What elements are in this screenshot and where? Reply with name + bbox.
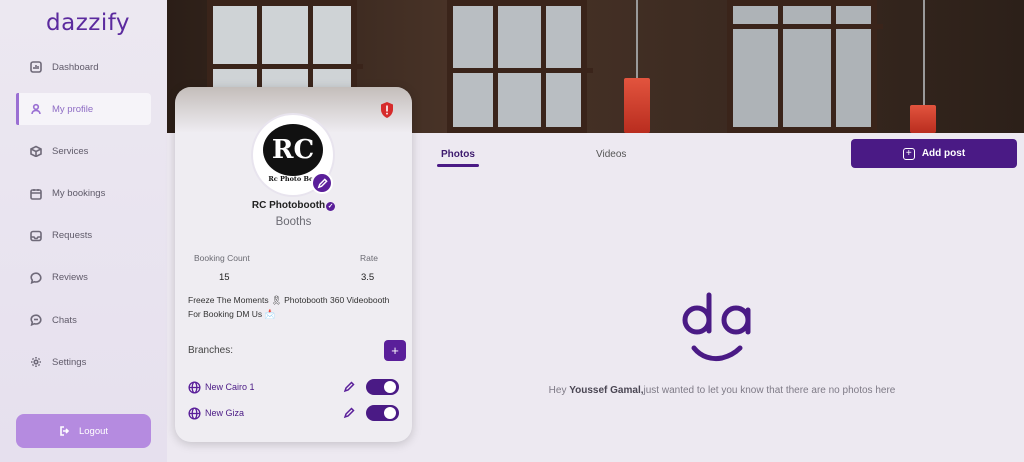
profile-bio: Freeze The Moments 🎗 Photobooth 360 Vide… <box>188 295 390 319</box>
logout-button[interactable]: Logout <box>16 414 151 448</box>
empty-state-message: Hey Youssef Gamal,just wanted to let you… <box>548 385 896 396</box>
sidebar-item-label: Requests <box>52 230 93 242</box>
add-post-label: Add post <box>921 148 966 159</box>
calendar-icon <box>30 188 42 200</box>
profile-card: RC Rc Photo Boo RC Photobooth ✓ Booths Bo… <box>175 87 412 442</box>
empty-state-user: Youssef Gamal, <box>569 385 644 396</box>
sidebar-item-label: Services <box>52 145 89 157</box>
booking-count-label: Booking Count <box>194 253 250 263</box>
dazzify-smile-logo-icon <box>682 292 751 362</box>
sidebar-item-settings[interactable]: Settings <box>16 346 151 378</box>
sidebar-item-label: Reviews <box>52 272 88 284</box>
edit-avatar-button[interactable] <box>311 172 333 194</box>
logout-icon <box>60 426 70 436</box>
branch-toggle[interactable] <box>366 379 399 395</box>
chat-icon <box>30 314 42 327</box>
avatar-monogram: RC <box>263 124 323 176</box>
sidebar-item-requests[interactable]: Requests <box>16 220 151 252</box>
add-post-button[interactable]: + Add post <box>851 139 1017 168</box>
rate-value: 3.5 <box>361 272 375 283</box>
plus-icon: + <box>902 147 915 160</box>
chart-icon <box>30 61 42 73</box>
profile-name: RC Photobooth ✓ <box>175 200 412 211</box>
logout-label: Logout <box>78 425 109 437</box>
tab-active-indicator <box>437 164 479 167</box>
rate-label: Rate <box>360 253 378 263</box>
sidebar-item-label: Settings <box>52 356 87 368</box>
box-icon <box>30 145 42 158</box>
sidebar-item-my-profile[interactable]: My profile <box>16 93 151 126</box>
sidebar-item-label: Dashboard <box>52 61 99 73</box>
sidebar-item-services[interactable]: Services <box>16 135 151 167</box>
branch-name[interactable]: New Giza <box>205 408 244 418</box>
edit-branch-icon[interactable] <box>343 407 355 419</box>
sidebar-nav: Dashboard My profile Services My booking… <box>16 51 151 389</box>
branch-name[interactable]: New Cairo 1 <box>205 382 255 392</box>
tab-videos[interactable]: Videos <box>596 149 626 160</box>
app-logo[interactable]: dazzify <box>46 10 130 36</box>
sidebar-item-label: My profile <box>52 103 94 115</box>
sidebar: dazzify Dashboard My profile Services My… <box>0 0 167 462</box>
sidebar-item-chats[interactable]: Chats <box>16 304 151 336</box>
sidebar-item-dashboard[interactable]: Dashboard <box>16 51 151 83</box>
inbox-icon <box>30 230 42 242</box>
branch-row: New Cairo 1 <box>188 377 402 397</box>
booking-count-value: 15 <box>219 272 230 283</box>
profile-name-text: RC Photobooth <box>251 200 326 211</box>
user-icon <box>31 104 41 115</box>
globe-icon <box>188 406 201 420</box>
branch-row: New Giza <box>188 403 402 423</box>
sidebar-item-label: My bookings <box>52 188 106 200</box>
speech-bubble-icon <box>30 272 42 284</box>
branches-label: Branches: <box>188 345 234 356</box>
tab-photos[interactable]: Photos <box>441 149 475 160</box>
sidebar-item-reviews[interactable]: Reviews <box>16 262 151 294</box>
gear-icon <box>31 357 41 368</box>
verified-check-icon: ✓ <box>326 202 336 211</box>
alert-shield-icon[interactable] <box>379 101 395 119</box>
globe-icon <box>188 380 201 394</box>
sidebar-item-my-bookings[interactable]: My bookings <box>16 178 151 210</box>
sidebar-item-label: Chats <box>52 314 77 326</box>
pencil-icon <box>317 177 328 188</box>
branch-toggle[interactable] <box>366 405 399 421</box>
edit-branch-icon[interactable] <box>343 381 355 393</box>
profile-category: Booths <box>275 216 312 228</box>
add-branch-button[interactable]: + <box>384 340 406 361</box>
